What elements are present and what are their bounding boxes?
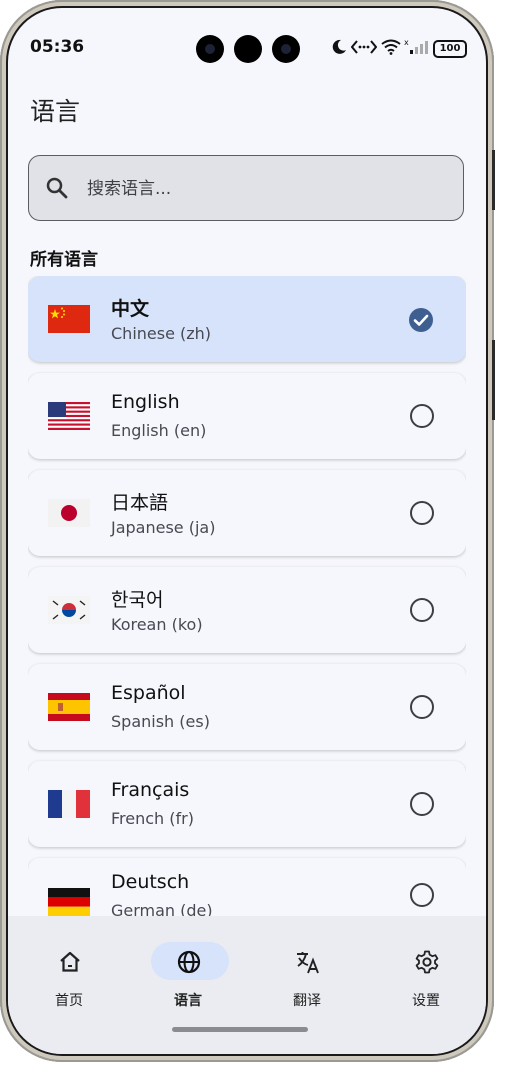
us-flag-icon — [48, 402, 90, 430]
nav-item-settings[interactable]: 设置 — [381, 934, 471, 1009]
search-icon — [46, 177, 68, 199]
nav-label: 设置 — [412, 993, 440, 1009]
search-bar[interactable] — [28, 155, 464, 221]
language-code: English (en) — [111, 421, 207, 440]
camera-icon — [234, 35, 262, 63]
nav-item-language[interactable]: 语言 — [143, 934, 233, 1009]
nav-label: 首页 — [55, 993, 83, 1009]
language-code: French (fr) — [111, 809, 194, 828]
language-item-english[interactable]: English English (en) — [28, 373, 466, 459]
battery-icon: 100 — [433, 40, 467, 58]
camera-icon — [272, 35, 300, 63]
radio-button[interactable] — [410, 695, 434, 719]
language-name: 한국어 — [111, 589, 164, 611]
language-item-french[interactable]: Français French (fr) — [28, 761, 466, 847]
status-time: 05:36 — [30, 37, 85, 57]
gear-icon — [415, 950, 439, 974]
nav-label: 翻译 — [293, 993, 321, 1009]
cellular-signal-icon: x — [404, 38, 428, 54]
status-bar: 05:36 x 100 — [8, 8, 486, 78]
language-item-japanese[interactable]: 日本語 Japanese (ja) — [28, 470, 466, 556]
translate-icon — [297, 952, 319, 974]
camera-icon — [196, 35, 224, 63]
language-code: Spanish (es) — [111, 712, 210, 731]
language-name: 日本語 — [111, 492, 169, 514]
language-name: Deutsch — [111, 871, 190, 893]
moon-icon — [332, 39, 346, 54]
data-transfer-icon — [351, 40, 377, 54]
volume-button — [492, 340, 495, 420]
phone-frame: 05:36 x 100 语言 搜索语言... 所有语言 中文 Chinese (… — [0, 0, 495, 1062]
side-button — [492, 150, 495, 210]
radio-button[interactable] — [410, 598, 434, 622]
language-code: Chinese (zh) — [111, 324, 212, 343]
spain-flag-icon — [48, 693, 90, 721]
germany-flag-icon — [48, 888, 90, 916]
language-list[interactable]: 中文 Chinese (zh) English English (en) 日本語… — [28, 276, 466, 918]
check-circle-icon[interactable] — [408, 307, 434, 333]
korea-flag-icon — [48, 596, 90, 624]
language-name: Français — [111, 779, 190, 801]
page-title: 语言 — [30, 97, 81, 126]
nav-label: 语言 — [174, 993, 202, 1009]
svg-text:x: x — [404, 38, 409, 47]
radio-button[interactable] — [410, 883, 434, 907]
language-item-chinese[interactable]: 中文 Chinese (zh) — [28, 276, 466, 362]
home-indicator[interactable] — [172, 1027, 308, 1032]
japan-flag-icon — [48, 499, 90, 527]
search-input[interactable] — [85, 166, 449, 212]
radio-button[interactable] — [410, 501, 434, 525]
language-item-korean[interactable]: 한국어 Korean (ko) — [28, 567, 466, 653]
language-item-spanish[interactable]: Español Spanish (es) — [28, 664, 466, 750]
bottom-navigation: 首页 语言 翻译 设置 — [8, 916, 486, 1054]
nav-item-home[interactable]: 首页 — [24, 934, 114, 1009]
language-name: English — [111, 391, 180, 413]
france-flag-icon — [48, 790, 90, 818]
wifi-icon — [381, 39, 401, 55]
section-heading: 所有语言 — [30, 250, 98, 270]
home-icon — [60, 951, 80, 972]
radio-button[interactable] — [410, 404, 434, 428]
radio-button[interactable] — [410, 792, 434, 816]
language-name: 中文 — [111, 298, 150, 320]
screen: 05:36 x 100 语言 搜索语言... 所有语言 中文 Chinese (… — [8, 8, 486, 1054]
language-item-german[interactable]: Deutsch German (de) — [28, 858, 466, 918]
china-flag-icon — [48, 305, 90, 333]
nav-item-translate[interactable]: 翻译 — [262, 934, 352, 1009]
language-code: Japanese (ja) — [111, 518, 216, 537]
language-code: Korean (ko) — [111, 615, 203, 634]
globe-icon — [177, 950, 201, 974]
language-name: Español — [111, 682, 186, 704]
